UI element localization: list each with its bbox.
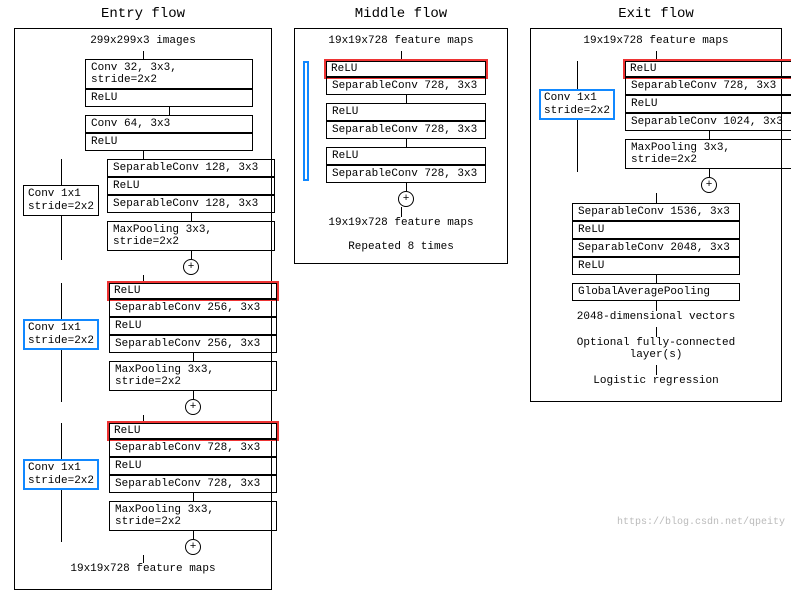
conv-block: Conv 64, 3x3 (85, 115, 253, 133)
exit-fc: Optional fully-connected layer(s) (577, 337, 735, 361)
relu-block: ReLU (326, 61, 486, 77)
entry-input: 299x299x3 images (90, 35, 196, 47)
sepconv-block: SeparableConv 728, 3x3 (625, 77, 791, 95)
relu-block: ReLU (109, 283, 277, 299)
exit-input: 19x19x728 feature maps (583, 35, 728, 47)
exit-logistic: Logistic regression (593, 375, 718, 387)
entry-branch-c: Conv 1x1 stride=2x2 ReLU SeparableConv 7… (23, 423, 263, 555)
maxpool-block: MaxPooling 3x3, stride=2x2 (107, 221, 275, 251)
side-conv: Conv 1x1 stride=2x2 (23, 159, 99, 260)
middle-title: Middle flow (355, 6, 447, 22)
entry-title: Entry flow (101, 6, 185, 22)
maxpool-block: MaxPooling 3x3, stride=2x2 (109, 361, 277, 391)
relu-block: ReLU (109, 423, 277, 439)
relu-block: ReLU (109, 317, 277, 335)
relu-highlight: ReLU (107, 281, 279, 301)
maxpool-block: MaxPooling 3x3, stride=2x2 (109, 501, 277, 531)
middle-branch: ReLU SeparableConv 728, 3x3 ReLU Separab… (303, 61, 499, 207)
relu-highlight: ReLU (107, 421, 279, 441)
entry-column: Entry flow 299x299x3 images Conv 32, 3x3… (14, 6, 272, 590)
sepconv-block: SeparableConv 128, 3x3 (107, 195, 275, 213)
exit-frame: 19x19x728 feature maps Conv 1x1 stride=2… (530, 28, 782, 402)
entry-branch-a: Conv 1x1 stride=2x2 SeparableConv 128, 3… (23, 159, 263, 275)
entry-frame: 299x299x3 images Conv 32, 3x3, stride=2x… (14, 28, 272, 590)
relu-block: ReLU (109, 457, 277, 475)
middle-output: 19x19x728 feature maps (328, 217, 473, 229)
relu-block: ReLU (625, 61, 791, 77)
maxpool-block: MaxPooling 3x3, stride=2x2 (625, 139, 791, 169)
relu-highlight: ReLU (324, 59, 488, 79)
side-conv-highlight: Conv 1x1 stride=2x2 (23, 423, 99, 542)
add-node: + (185, 399, 201, 415)
side-conv-label: Conv 1x1 stride=2x2 (539, 89, 615, 120)
relu-block: ReLU (85, 133, 253, 151)
middle-note: Repeated 8 times (348, 241, 454, 253)
add-node: + (183, 259, 199, 275)
sepconv-block: SeparableConv 256, 3x3 (109, 299, 277, 317)
sepconv-block: SeparableConv 728, 3x3 (326, 165, 486, 183)
exit-branch-a: Conv 1x1 stride=2x2 ReLU SeparableConv 7… (539, 61, 773, 193)
middle-frame: 19x19x728 feature maps ReLU SeparableCon… (294, 28, 508, 264)
sepconv-block: SeparableConv 1536, 3x3 (572, 203, 740, 221)
exit-title: Exit flow (618, 6, 694, 22)
side-conv-highlight: Conv 1x1 stride=2x2 (23, 283, 99, 402)
relu-highlight: ReLU (623, 59, 791, 79)
conv-block: Conv 32, 3x3, stride=2x2 (85, 59, 253, 89)
add-node: + (701, 177, 717, 193)
add-node: + (185, 539, 201, 555)
sepconv-block: SeparableConv 728, 3x3 (326, 121, 486, 139)
gap-block: GlobalAveragePooling (572, 283, 740, 301)
relu-block: ReLU (326, 147, 486, 165)
side-conv-highlight: Conv 1x1 stride=2x2 (539, 61, 615, 172)
relu-block: ReLU (625, 95, 791, 113)
middle-column: Middle flow 19x19x728 feature maps ReLU … (294, 6, 508, 264)
sepconv-block: SeparableConv 256, 3x3 (109, 335, 277, 353)
add-node: + (398, 191, 414, 207)
sepconv-block: SeparableConv 1024, 3x3 (625, 113, 791, 131)
exit-column: Exit flow 19x19x728 feature maps Conv 1x… (530, 6, 782, 402)
connector-line (143, 51, 144, 59)
watermark: https://blog.csdn.net/qpeity (617, 517, 785, 528)
side-conv-label: Conv 1x1 stride=2x2 (23, 319, 99, 350)
entry-branch-b: Conv 1x1 stride=2x2 ReLU SeparableConv 2… (23, 283, 263, 415)
relu-block: ReLU (107, 177, 275, 195)
sepconv-block: SeparableConv 2048, 3x3 (572, 239, 740, 257)
exit-vectors: 2048-dimensional vectors (577, 311, 735, 323)
side-highlight-bar (303, 61, 309, 181)
relu-block: ReLU (572, 221, 740, 239)
relu-block: ReLU (326, 103, 486, 121)
side-conv-label: Conv 1x1 stride=2x2 (23, 185, 99, 216)
sepconv-block: SeparableConv 728, 3x3 (326, 77, 486, 95)
middle-input: 19x19x728 feature maps (328, 35, 473, 47)
relu-block: ReLU (572, 257, 740, 275)
sepconv-block: SeparableConv 728, 3x3 (109, 475, 277, 493)
sepconv-block: SeparableConv 128, 3x3 (107, 159, 275, 177)
side-conv-label: Conv 1x1 stride=2x2 (23, 459, 99, 490)
relu-block: ReLU (85, 89, 253, 107)
entry-output: 19x19x728 feature maps (70, 563, 215, 575)
sepconv-block: SeparableConv 728, 3x3 (109, 439, 277, 457)
